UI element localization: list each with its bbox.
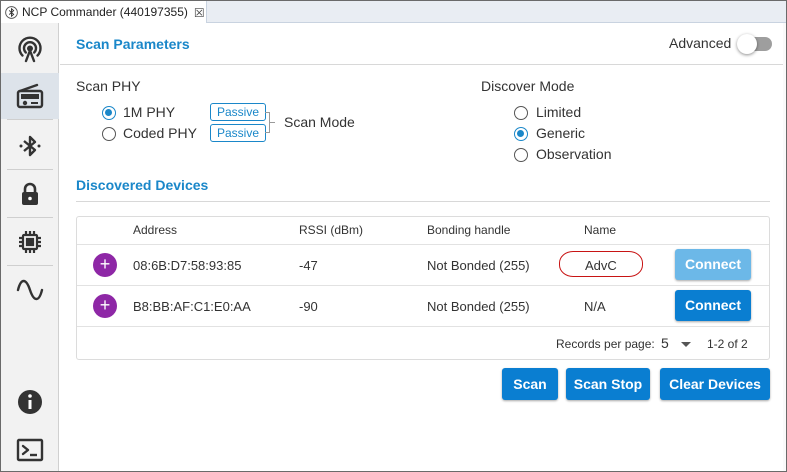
expand-row-button[interactable]: + — [93, 294, 117, 318]
discover-mode-label: Discover Mode — [481, 78, 575, 94]
sidebar-item-info[interactable] — [1, 379, 59, 425]
tab-title: NCP Commander (440197355) — [22, 5, 188, 19]
sidebar-item-console[interactable] — [1, 427, 59, 472]
chevron-down-icon[interactable] — [681, 342, 691, 347]
scan-mode-label: Scan Mode — [284, 114, 355, 130]
radio-limited-label[interactable]: Limited — [536, 104, 581, 120]
sidebar-divider — [7, 217, 53, 218]
clear-devices-button[interactable]: Clear Devices — [660, 368, 770, 400]
radio-observation-label[interactable]: Observation — [536, 146, 611, 162]
tab-bar: NCP Commander (440197355) ☒ — [1, 1, 786, 23]
sidebar-divider — [7, 119, 53, 120]
section-divider — [60, 64, 783, 65]
radio-1m-phy-label[interactable]: 1M PHY — [123, 104, 175, 120]
scan-stop-button[interactable]: Scan Stop — [566, 368, 650, 400]
row-divider — [77, 326, 769, 327]
records-per-page-select[interactable]: 5 — [661, 335, 669, 351]
scan-mode-chip-coded[interactable]: Passive — [210, 124, 267, 142]
app-window: NCP Commander (440197355) ☒ Scan Paramet… — [0, 0, 787, 472]
devices-table: Address RSSI (dBm) Bonding handle Name +… — [76, 216, 770, 360]
expand-row-button[interactable]: + — [93, 253, 117, 277]
waveform-icon — [16, 279, 44, 301]
section-divider — [76, 201, 770, 202]
toggle-knob — [737, 34, 757, 54]
chip-icon — [19, 231, 41, 253]
scan-mode-bracket-tick — [270, 122, 275, 123]
sidebar-divider — [7, 265, 53, 266]
sidebar-item-broadcast[interactable] — [1, 27, 59, 73]
broadcast-icon — [18, 36, 42, 63]
row-divider — [77, 285, 769, 286]
radio-limited[interactable] — [514, 106, 528, 120]
cell-bonding: Not Bonded (255) — [427, 299, 530, 314]
bluetooth-icon — [19, 135, 41, 157]
radio-observation[interactable] — [514, 148, 528, 162]
radio-generic[interactable] — [514, 127, 528, 141]
scan-parameters-title: Scan Parameters — [76, 36, 190, 52]
cell-name: AdvC — [585, 258, 617, 273]
connect-button[interactable]: Connect — [675, 290, 751, 321]
info-icon — [18, 390, 42, 414]
sidebar — [1, 23, 59, 471]
scan-mode-chip-1m[interactable]: Passive — [210, 103, 267, 121]
terminal-icon — [16, 438, 44, 462]
cell-bonding: Not Bonded (255) — [427, 258, 530, 273]
lock-icon — [22, 182, 38, 205]
scan-phy-label: Scan PHY — [76, 78, 141, 94]
radio-coded-phy[interactable] — [102, 127, 116, 141]
cell-rssi: -90 — [299, 299, 318, 314]
discovered-devices-title: Discovered Devices — [76, 177, 209, 193]
advanced-toggle[interactable] — [737, 34, 772, 54]
records-per-page-label: Records per page: — [556, 337, 655, 351]
column-header-address[interactable]: Address — [133, 223, 177, 237]
sidebar-item-radio[interactable] — [1, 73, 59, 119]
sidebar-item-bluetooth[interactable] — [1, 123, 59, 169]
tab-ncp-commander[interactable]: NCP Commander (440197355) ☒ — [1, 1, 207, 23]
cell-rssi: -47 — [299, 258, 318, 273]
connect-button[interactable]: Connect — [675, 249, 751, 280]
radio-generic-label[interactable]: Generic — [536, 125, 585, 141]
cell-address: 08:6B:D7:58:93:85 — [133, 258, 242, 273]
sidebar-item-security[interactable] — [1, 171, 59, 217]
radio-1m-phy[interactable] — [102, 106, 116, 120]
close-icon[interactable]: ☒ — [194, 6, 206, 20]
bluetooth-tab-icon — [5, 5, 18, 19]
row-divider — [77, 244, 769, 245]
pagination-range: 1-2 of 2 — [707, 337, 748, 351]
column-header-rssi[interactable]: RSSI (dBm) — [299, 223, 363, 237]
column-header-name[interactable]: Name — [584, 223, 616, 237]
radio-icon — [16, 83, 44, 109]
advanced-label: Advanced — [669, 35, 732, 51]
cell-address: B8:BB:AF:C1:E0:AA — [133, 299, 251, 314]
sidebar-item-hardware[interactable] — [1, 219, 59, 265]
main-panel: Scan Parameters Advanced Scan PHY 1M PHY… — [60, 23, 783, 471]
cell-name: N/A — [584, 299, 606, 314]
sidebar-divider — [7, 169, 53, 170]
radio-coded-phy-label[interactable]: Coded PHY — [123, 125, 197, 141]
sidebar-item-waveform[interactable] — [1, 267, 59, 313]
scan-button[interactable]: Scan — [502, 368, 558, 400]
column-header-bonding[interactable]: Bonding handle — [427, 223, 510, 237]
